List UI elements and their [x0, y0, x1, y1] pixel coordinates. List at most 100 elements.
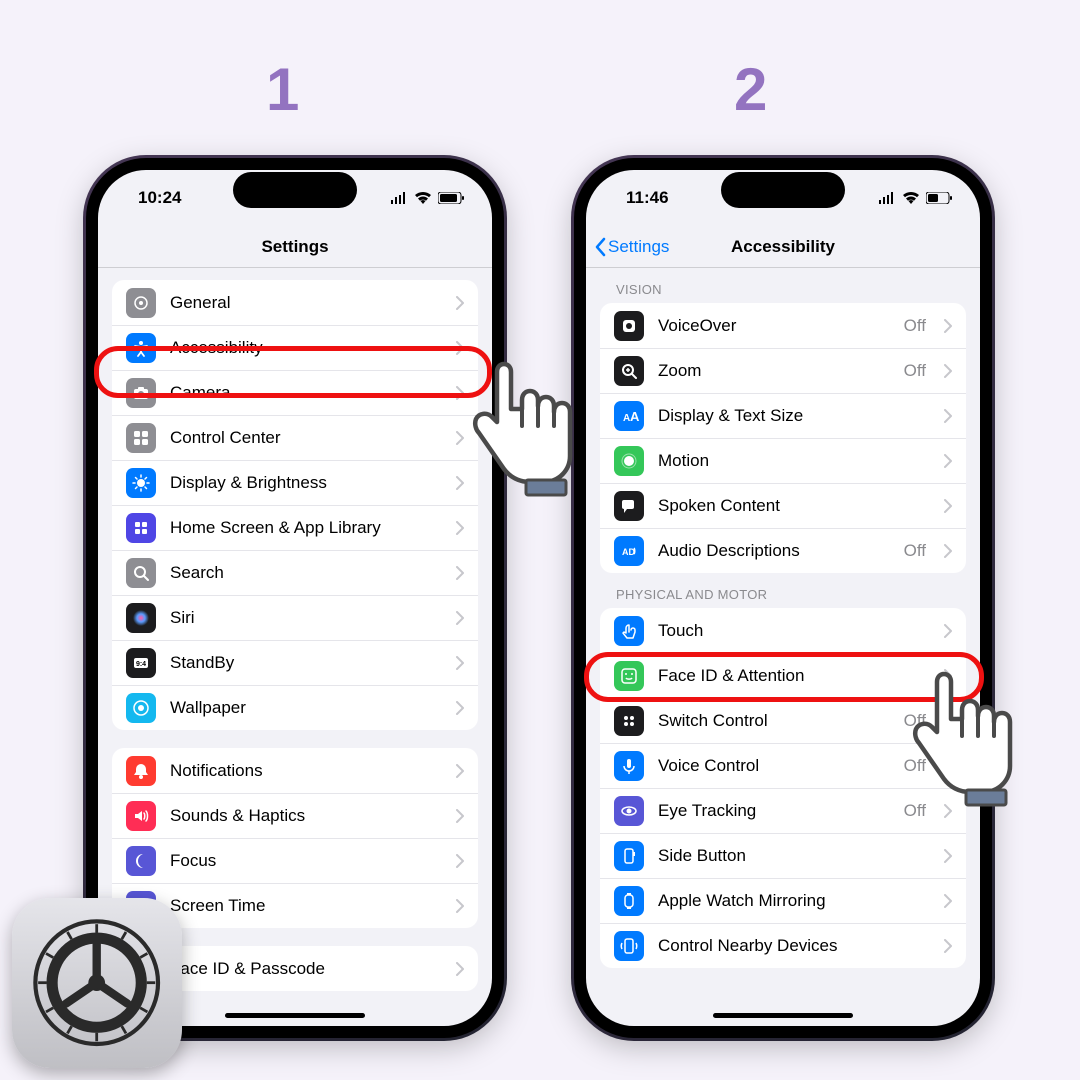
- settings-group: Touch Face ID & AttentionSwitch ControlOf…: [600, 608, 966, 968]
- settings-row-audio-descriptions[interactable]: ADAudio DescriptionsOff: [600, 528, 966, 573]
- chevron-right-icon: [456, 521, 464, 535]
- navbar: Settings Accessibility: [586, 226, 980, 268]
- face-id-attention-icon: [614, 661, 644, 691]
- wifi-icon: [414, 192, 432, 204]
- svg-text:9:4: 9:4: [136, 661, 146, 668]
- settings-row-standby[interactable]: 9:4 StandBy: [112, 640, 478, 685]
- chevron-right-icon: [456, 899, 464, 913]
- step-number: 1: [266, 55, 299, 124]
- navbar: Settings: [98, 226, 492, 268]
- dynamic-island: [721, 172, 845, 208]
- cellular-icon: [878, 192, 896, 204]
- cellular-icon: [390, 192, 408, 204]
- chevron-right-icon: [456, 431, 464, 445]
- row-label: VoiceOver: [658, 316, 890, 336]
- settings-row-side-button[interactable]: Side Button: [600, 833, 966, 878]
- wifi-icon: [902, 192, 920, 204]
- page-title: Settings: [261, 237, 328, 257]
- settings-row-zoom[interactable]: Zoom Off: [600, 348, 966, 393]
- chevron-left-icon: [594, 237, 606, 257]
- chevron-right-icon: [456, 476, 464, 490]
- settings-row-apple-watch-mirroring[interactable]: Apple Watch Mirroring: [600, 878, 966, 923]
- settings-row-switch-control[interactable]: Switch ControlOff: [600, 698, 966, 743]
- home-indicator: [225, 1013, 365, 1018]
- settings-group: VoiceOverOffZoomOffAADisplay & Text Size…: [600, 303, 966, 573]
- row-label: Display & Text Size: [658, 406, 930, 426]
- settings-row-display-brightness[interactable]: Display & Brightness: [112, 460, 478, 505]
- siri-icon: [126, 603, 156, 633]
- wallpaper-icon: [126, 693, 156, 723]
- settings-row-sounds-haptics[interactable]: Sounds & Haptics: [112, 793, 478, 838]
- chevron-right-icon: [456, 854, 464, 868]
- row-label: Zoom: [658, 361, 890, 381]
- row-label: Touch: [658, 621, 930, 641]
- section-header: PHYSICAL AND MOTOR: [600, 573, 966, 608]
- voice-control-icon: [614, 751, 644, 781]
- row-label: StandBy: [170, 653, 442, 673]
- settings-row-touch[interactable]: Touch: [600, 608, 966, 653]
- status-time: 10:24: [138, 188, 181, 208]
- switch-control-icon: [614, 706, 644, 736]
- battery-icon: [438, 192, 464, 204]
- settings-row-voiceover[interactable]: VoiceOver Off: [600, 303, 966, 348]
- phone-frame: 11:46 Settings Accessibility VISION Voic…: [574, 158, 992, 1038]
- chevron-right-icon: [456, 962, 464, 976]
- battery-icon: [926, 192, 952, 204]
- row-label: Eye Tracking: [658, 801, 890, 821]
- chevron-right-icon: [944, 544, 952, 558]
- settings-row-focus[interactable]: Focus: [112, 838, 478, 883]
- row-label: Wallpaper: [170, 698, 442, 718]
- settings-row-wallpaper[interactable]: Wallpaper: [112, 685, 478, 730]
- settings-row-general[interactable]: General: [112, 280, 478, 325]
- row-value: Off: [904, 711, 926, 731]
- row-label: Side Button: [658, 846, 930, 866]
- row-label: Control Center: [170, 428, 442, 448]
- status-time: 11:46: [626, 188, 669, 208]
- chevron-right-icon: [456, 566, 464, 580]
- row-label: Accessibility: [170, 338, 442, 358]
- home-indicator: [713, 1013, 853, 1018]
- general-icon: [126, 288, 156, 318]
- camera-icon: [126, 378, 156, 408]
- settings-row-siri[interactable]: Siri: [112, 595, 478, 640]
- settings-row-search[interactable]: Search: [112, 550, 478, 595]
- settings-row-control-center[interactable]: Control Center: [112, 415, 478, 460]
- row-value: Off: [904, 316, 926, 336]
- settings-row-control-nearby-devices[interactable]: Control Nearby Devices: [600, 923, 966, 968]
- chevron-right-icon: [944, 454, 952, 468]
- chevron-right-icon: [456, 701, 464, 715]
- row-label: Motion: [658, 451, 930, 471]
- back-button[interactable]: Settings: [594, 237, 669, 257]
- home-screen-app-library-icon: [126, 513, 156, 543]
- accessibility-icon: [126, 333, 156, 363]
- settings-row-home-screen-app-library[interactable]: Home Screen & App Library: [112, 505, 478, 550]
- settings-group: General Accessibility Camera Control Center…: [112, 280, 478, 730]
- settings-row-eye-tracking[interactable]: Eye TrackingOff: [600, 788, 966, 833]
- settings-row-notifications[interactable]: Notifications: [112, 748, 478, 793]
- svg-text:A: A: [630, 409, 639, 424]
- settings-row-face-id-attention[interactable]: Face ID & Attention: [600, 653, 966, 698]
- svg-text:AD: AD: [622, 547, 635, 557]
- settings-row-motion[interactable]: Motion: [600, 438, 966, 483]
- zoom-icon: [614, 356, 644, 386]
- settings-row-camera[interactable]: Camera: [112, 370, 478, 415]
- touch-icon: [614, 616, 644, 646]
- row-value: Off: [904, 361, 926, 381]
- voiceover-icon: [614, 311, 644, 341]
- settings-row-voice-control[interactable]: Voice ControlOff: [600, 743, 966, 788]
- sounds-haptics-icon: [126, 801, 156, 831]
- chevron-right-icon: [944, 849, 952, 863]
- side-button-icon: [614, 841, 644, 871]
- chevron-right-icon: [456, 809, 464, 823]
- row-value: Off: [904, 756, 926, 776]
- chevron-right-icon: [456, 296, 464, 310]
- row-label: Siri: [170, 608, 442, 628]
- row-label: Camera: [170, 383, 442, 403]
- row-label: Search: [170, 563, 442, 583]
- spoken-content-icon: [614, 491, 644, 521]
- settings-row-accessibility[interactable]: Accessibility: [112, 325, 478, 370]
- settings-row-display-text-size[interactable]: AADisplay & Text Size: [600, 393, 966, 438]
- settings-row-spoken-content[interactable]: Spoken Content: [600, 483, 966, 528]
- row-label: Spoken Content: [658, 496, 930, 516]
- apple-watch-mirroring-icon: [614, 886, 644, 916]
